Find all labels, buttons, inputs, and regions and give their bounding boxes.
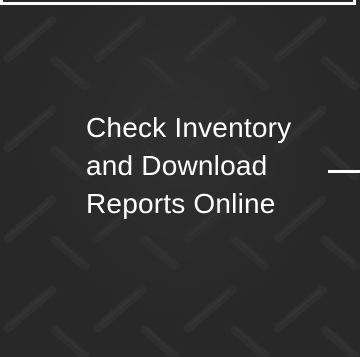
- promo-panel: Check Inventory and Download Reports Onl…: [0, 0, 360, 357]
- top-frame-border: [0, 0, 356, 5]
- connector-line: [328, 170, 360, 173]
- headline-text: Check Inventory and Download Reports Onl…: [86, 112, 292, 219]
